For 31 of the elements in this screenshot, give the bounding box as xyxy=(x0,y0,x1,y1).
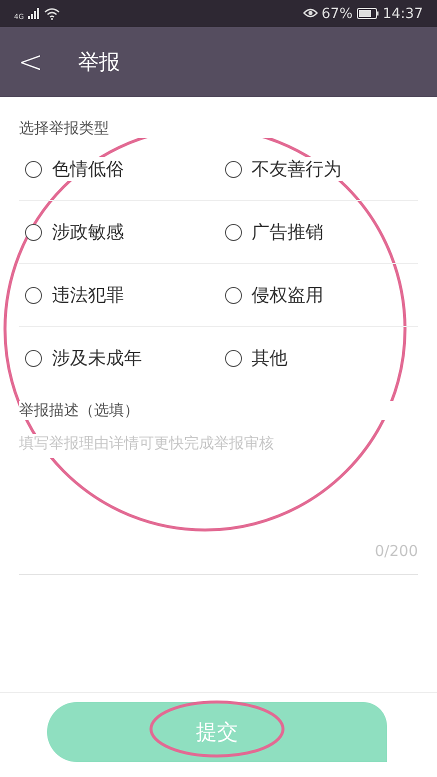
radio-button[interactable] xyxy=(25,160,42,178)
report-option[interactable]: 涉及未成年 xyxy=(19,327,218,389)
option-label: 广告推销 xyxy=(252,220,324,244)
radio-button[interactable] xyxy=(25,286,42,304)
report-option[interactable]: 侵权盗用 xyxy=(218,264,418,326)
radio-button[interactable] xyxy=(224,350,242,366)
report-option[interactable]: 广告推销 xyxy=(218,201,418,263)
report-option[interactable]: 违法犯罪 xyxy=(19,264,218,326)
eye-icon xyxy=(302,8,318,19)
back-button[interactable]: < xyxy=(0,44,60,80)
radio-button[interactable] xyxy=(224,286,242,304)
radio-button[interactable] xyxy=(224,160,242,178)
signal-icon xyxy=(28,8,40,19)
page-title: 举报 xyxy=(78,49,120,76)
report-option[interactable]: 涉政敏感 xyxy=(19,201,218,263)
report-option[interactable]: 不友善行为 xyxy=(218,138,418,200)
radio-button[interactable] xyxy=(25,350,42,366)
battery-icon xyxy=(356,8,379,19)
option-label: 不友善行为 xyxy=(252,157,342,181)
option-label: 涉及未成年 xyxy=(52,346,142,370)
option-label: 涉政敏感 xyxy=(52,220,124,244)
radio-button[interactable] xyxy=(25,224,42,240)
report-option[interactable]: 其他 xyxy=(218,327,418,389)
radio-button[interactable] xyxy=(224,224,242,240)
option-label: 其他 xyxy=(252,346,288,370)
clock: 14:37 xyxy=(382,6,423,22)
option-label: 色情低俗 xyxy=(52,157,124,181)
battery-percent: 67% xyxy=(322,6,353,22)
wifi-icon xyxy=(44,7,60,20)
character-counter: 0/200 xyxy=(374,542,418,560)
report-option[interactable]: 色情低俗 xyxy=(19,138,218,200)
